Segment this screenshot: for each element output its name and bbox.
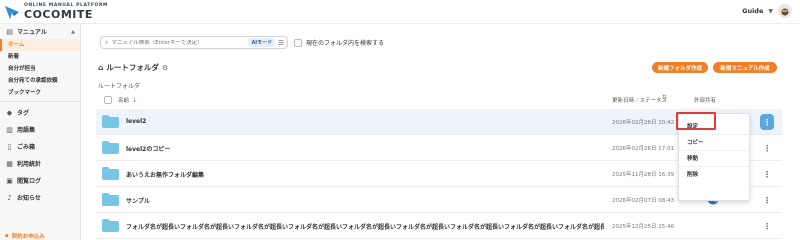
sidebar-item-assigned[interactable]: 自分が担当	[0, 63, 80, 75]
search-icon: ⌕	[105, 38, 109, 46]
sort-toggle-icon[interactable]: ⇅	[662, 94, 667, 101]
folder-icon	[102, 141, 119, 154]
more-options-button[interactable]: ⋮	[760, 166, 774, 182]
more-options-button[interactable]: ⋮	[760, 114, 774, 130]
new-manual-button[interactable]: 新規マニュアル作成	[713, 62, 777, 73]
folder-name[interactable]: level2のコピー	[126, 144, 170, 153]
new-folder-button[interactable]: 新規フォルダ作成	[652, 62, 708, 73]
folder-scope-label: 現在のフォルダ内を検索する	[306, 40, 385, 47]
more-options-button[interactable]: ⋮	[760, 140, 774, 156]
logo-mark-icon	[5, 6, 19, 19]
user-menu[interactable]: Guide ▼	[742, 4, 792, 18]
sidebar-item-bookmark[interactable]: ブックマーク	[0, 87, 80, 99]
sidebar-item-tags[interactable]: ◆ タグ	[0, 104, 80, 121]
home-icon: ⌂	[98, 63, 104, 72]
sidebar: ▤ マニュアル ▲ ホーム 新着 自分が担当 自分宛ての承認依頼 ブックマーク …	[0, 24, 81, 240]
contract-icon: ▪	[5, 233, 9, 239]
sidebar-item-label: 利用統計	[17, 161, 42, 168]
sidebar-item-approval[interactable]: 自分宛ての承認依頼	[0, 75, 80, 87]
folder-name[interactable]: フォルダ名が超長いフォルダ名が超長いフォルダ名が超長いフォルダ名が超長いフォルダ…	[126, 222, 604, 231]
sidebar-item-label: ごみ箱	[17, 144, 36, 151]
folder-icon	[102, 193, 119, 206]
updated-date: 2026年02月07日 08:43	[612, 198, 675, 204]
tag-icon: ◆	[6, 108, 13, 117]
column-name-label: 名前	[118, 98, 130, 104]
sidebar-item-trash[interactable]: ▯ ごみ箱	[0, 138, 80, 155]
sidebar-item-label: お知らせ	[17, 195, 41, 202]
breadcrumb[interactable]: ルートフォルダ	[98, 81, 140, 90]
select-all-checkbox[interactable]	[104, 96, 112, 104]
main-content: ⌕ AIモード ☰ 現在のフォルダ内を検索する ⌂ ルートフォルダ ⚙ 新規フォ…	[82, 24, 800, 240]
updated-date: 2025年12月25日 15:46	[612, 224, 675, 230]
bell-icon: ♪	[7, 193, 12, 202]
top-bar: ONLINE MANUAL PLATFORM COCOMITE Guide ▼	[0, 0, 800, 24]
sidebar-item-new[interactable]: 新着	[0, 51, 80, 63]
menu-item-delete[interactable]: 削除	[679, 167, 749, 183]
user-name: Guide	[742, 7, 764, 15]
folder-icon	[102, 115, 119, 128]
sidebar-item-stats[interactable]: ▦ 利用統計	[0, 155, 80, 172]
column-name[interactable]: 名前 ↓	[118, 96, 138, 105]
chevron-down-icon: ▼	[768, 7, 773, 15]
checkbox[interactable]	[294, 38, 302, 47]
sidebar-item-home[interactable]: ホーム	[0, 39, 80, 51]
table-row[interactable]: フォルダ名が超長いフォルダ名が超長いフォルダ名が超長いフォルダ名が超長いフォルダ…	[96, 213, 782, 239]
sidebar-contract-link[interactable]: ▪ 契約お申込み	[5, 232, 45, 240]
sort-down-icon: ↓	[132, 96, 138, 104]
owl-avatar-icon	[781, 8, 789, 16]
search-bar: ⌕ AIモード ☰	[100, 36, 288, 49]
ai-mode-label: AIモード	[251, 40, 273, 46]
logo[interactable]: ONLINE MANUAL PLATFORM COCOMITE	[4, 2, 108, 22]
book-icon: ▤	[6, 27, 13, 36]
sidebar-item-news[interactable]: ♪ お知らせ	[0, 189, 80, 206]
search-input[interactable]	[111, 39, 242, 46]
filter-icon[interactable]: ☰	[278, 39, 284, 47]
sidebar-item-logs[interactable]: ▣ 閲覧ログ	[0, 172, 80, 189]
updated-date: 2026年02月26日 17:01	[612, 146, 675, 152]
ai-mode-toggle[interactable]: AIモード	[248, 38, 276, 47]
glossary-icon: ▥	[6, 125, 13, 134]
log-icon: ▣	[6, 176, 13, 185]
menu-item-copy[interactable]: コピー	[679, 135, 749, 151]
column-updated[interactable]: 更新日時／ステータス	[612, 96, 667, 104]
more-options-button[interactable]: ⋮	[760, 218, 774, 234]
page-title: ⌂ ルートフォルダ ⚙	[98, 62, 168, 73]
trash-icon: ▯	[7, 142, 12, 151]
sidebar-manual-header[interactable]: ▤ マニュアル ▲	[0, 24, 80, 39]
table-header: 名前 ↓ 更新日時／ステータス ⇅ 外部共有	[96, 94, 782, 106]
folder-scope-checkbox[interactable]: 現在のフォルダ内を検索する	[294, 38, 384, 47]
folder-name[interactable]: サンプル	[126, 196, 150, 205]
chart-icon: ▦	[6, 159, 13, 168]
updated-date: 2026年02月26日 10:42	[612, 120, 675, 126]
avatar	[778, 4, 792, 18]
sidebar-manual-label: マニュアル	[17, 29, 47, 36]
sidebar-item-glossary[interactable]: ▥ 用語集	[0, 121, 80, 138]
folder-name[interactable]: あいうえお無作フォルダ編集	[126, 170, 204, 179]
more-options-button[interactable]: ⋮	[760, 192, 774, 208]
sidebar-item-label: 閲覧ログ	[17, 178, 42, 185]
folder-icon	[102, 219, 119, 232]
logo-name: COCOMITE	[24, 8, 93, 22]
contract-label: 契約お申込み	[11, 234, 45, 240]
highlight-annotation	[676, 112, 716, 130]
sidebar-item-label: タグ	[17, 110, 30, 117]
column-share: 外部共有	[694, 98, 717, 104]
chevron-up-icon: ▲	[71, 28, 75, 35]
gear-icon[interactable]: ⚙	[162, 64, 168, 72]
menu-item-move[interactable]: 移動	[679, 151, 749, 167]
sidebar-item-label: 用語集	[17, 127, 36, 134]
sidebar-divider	[0, 101, 80, 102]
updated-date: 2025年11月28日 16:39	[612, 172, 675, 178]
page-title-text: ルートフォルダ	[106, 63, 159, 72]
folder-icon	[102, 167, 119, 180]
folder-name[interactable]: level2	[126, 118, 146, 125]
